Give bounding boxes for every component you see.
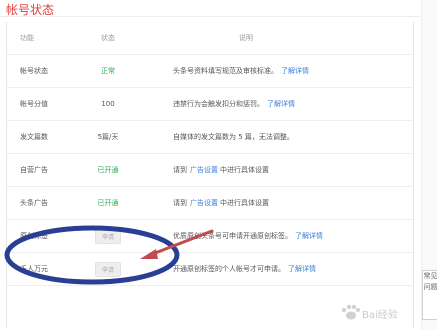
paw-icon: [341, 304, 360, 320]
annotation-arrow-head: [140, 249, 158, 259]
annotation-arrow-shaft: [148, 229, 214, 257]
annotation-overlay: [4, 225, 214, 285]
watermark-text: Bai经验: [362, 310, 398, 321]
watermark: Bai经验: [340, 300, 430, 324]
